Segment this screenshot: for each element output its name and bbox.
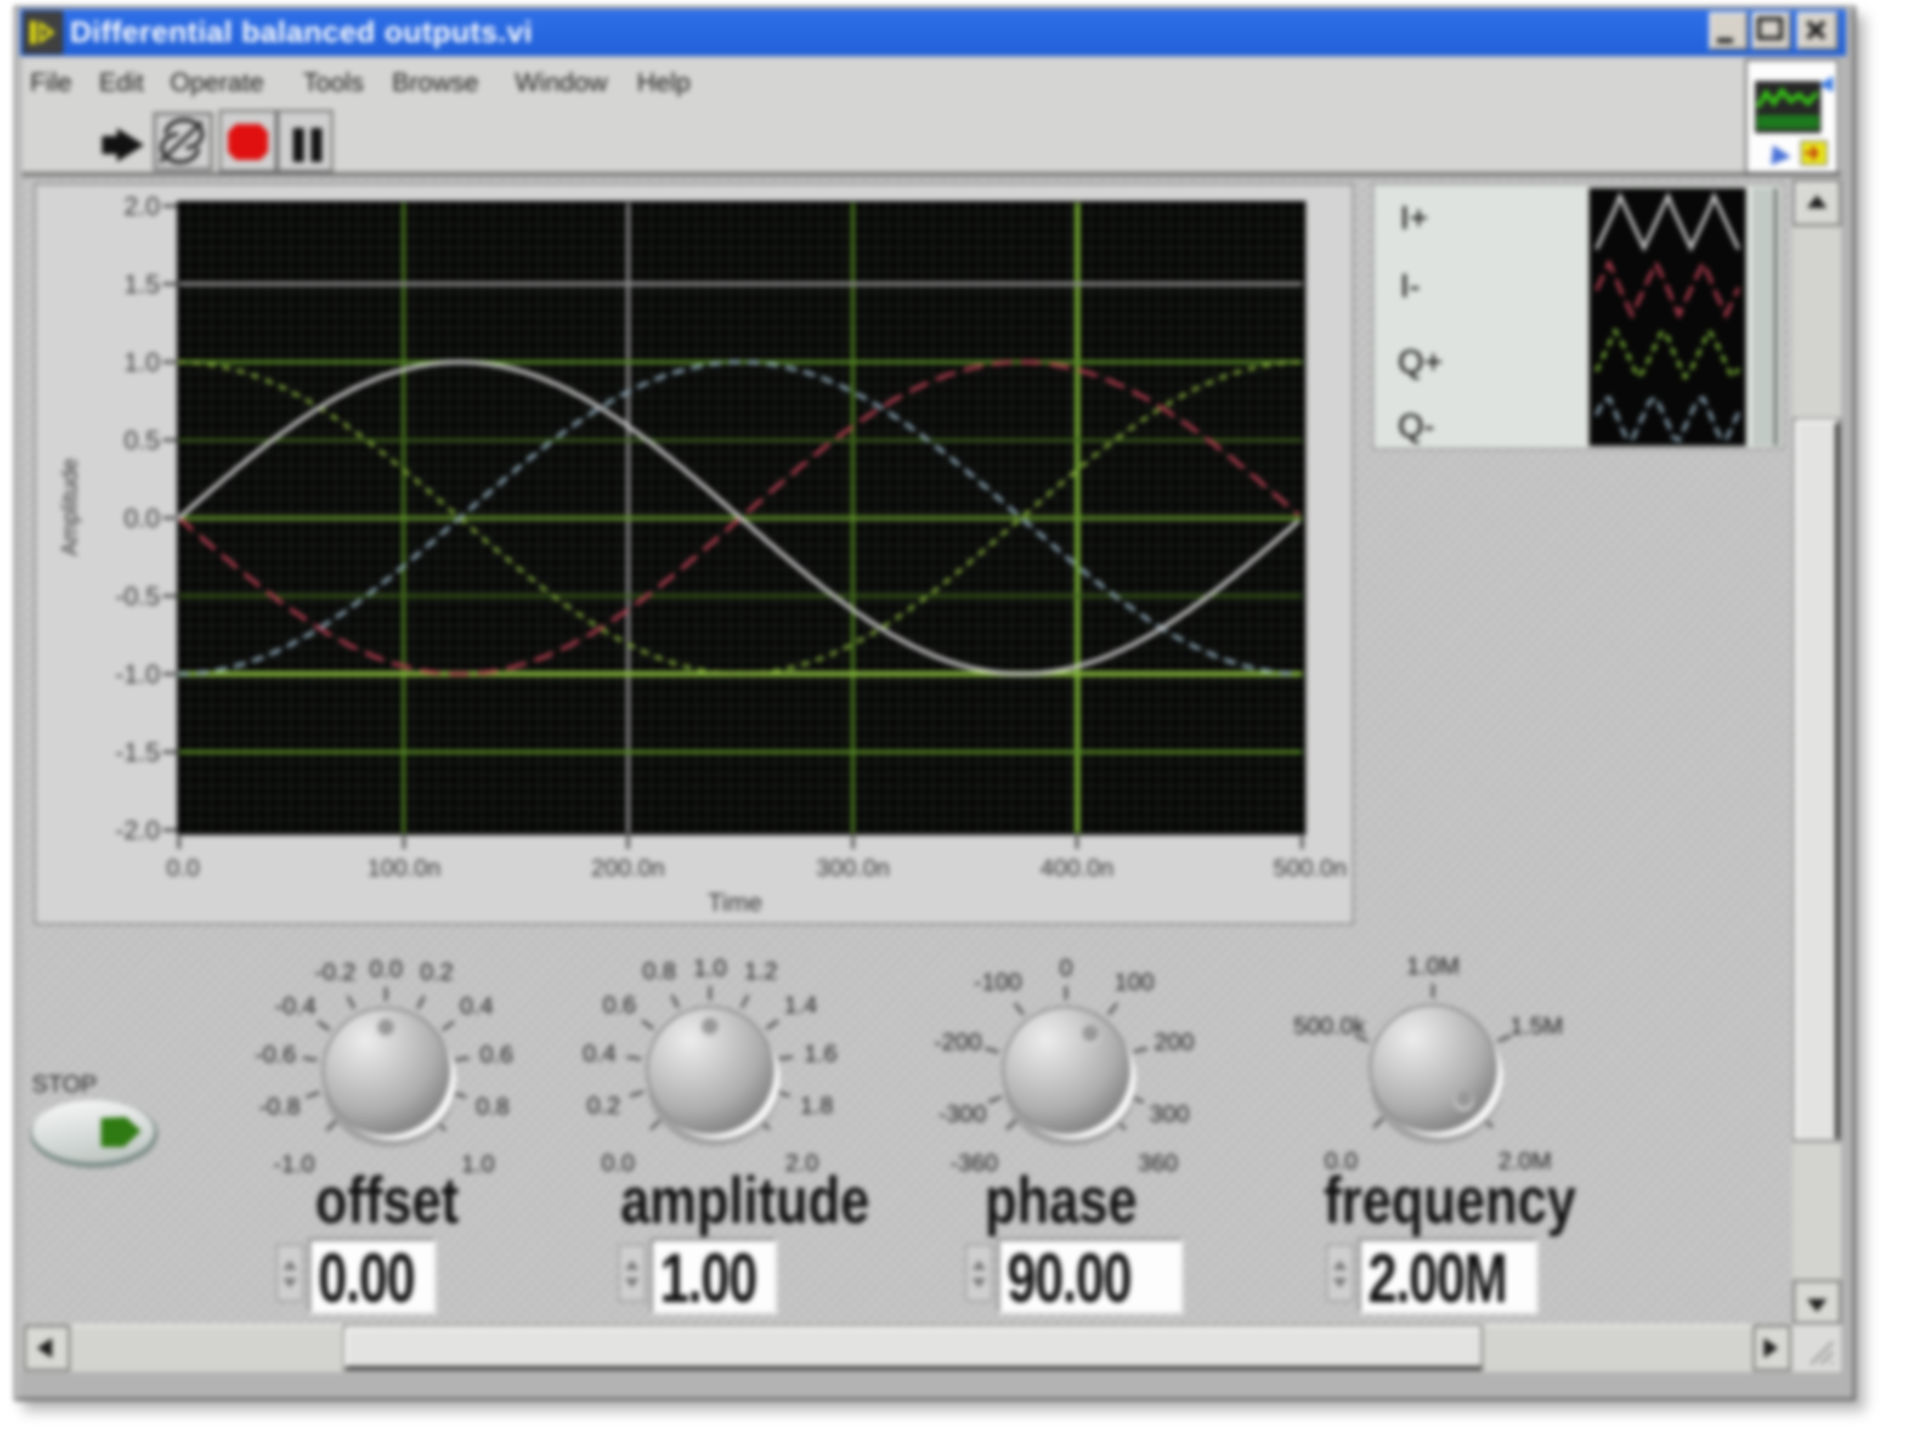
svg-text:-300: -300 bbox=[938, 1101, 986, 1128]
svg-text:0.6: 0.6 bbox=[603, 992, 636, 1019]
svg-text:-100: -100 bbox=[974, 969, 1022, 996]
svg-text:300: 300 bbox=[1149, 1101, 1189, 1128]
svg-text:1.4: 1.4 bbox=[784, 992, 817, 1019]
svg-text:-0.2: -0.2 bbox=[315, 959, 356, 986]
svg-text:200: 200 bbox=[1154, 1029, 1194, 1056]
svg-text:100: 100 bbox=[1114, 969, 1154, 996]
svg-text:1.0: 1.0 bbox=[461, 1151, 494, 1178]
svg-text:0.2: 0.2 bbox=[587, 1093, 620, 1120]
svg-text:0.6: 0.6 bbox=[480, 1042, 513, 1069]
svg-text:0.8: 0.8 bbox=[476, 1094, 509, 1121]
svg-text:0.2: 0.2 bbox=[420, 959, 453, 986]
svg-text:-0.8: -0.8 bbox=[259, 1094, 300, 1121]
svg-text:1.0M: 1.0M bbox=[1406, 953, 1459, 980]
svg-text:1.2: 1.2 bbox=[744, 958, 777, 985]
svg-text:0: 0 bbox=[1059, 955, 1072, 982]
svg-text:-0.6: -0.6 bbox=[255, 1042, 296, 1069]
svg-text:0.4: 0.4 bbox=[460, 993, 493, 1020]
svg-text:0.0: 0.0 bbox=[369, 956, 402, 983]
svg-text:360: 360 bbox=[1138, 1150, 1178, 1177]
svg-text:-1.0: -1.0 bbox=[273, 1151, 314, 1178]
svg-text:STOP: STOP bbox=[32, 1071, 97, 1098]
svg-text:-0.4: -0.4 bbox=[275, 993, 316, 1020]
svg-text:1.6: 1.6 bbox=[804, 1041, 837, 1068]
svg-text:0.8: 0.8 bbox=[643, 958, 676, 985]
svg-text:-200: -200 bbox=[934, 1029, 982, 1056]
svg-text:1.0: 1.0 bbox=[693, 955, 726, 982]
svg-text:1.5M: 1.5M bbox=[1510, 1013, 1563, 1040]
svg-text:0.4: 0.4 bbox=[583, 1041, 616, 1068]
svg-text:500.0k: 500.0k bbox=[1293, 1013, 1366, 1040]
svg-text:1.8: 1.8 bbox=[800, 1093, 833, 1120]
